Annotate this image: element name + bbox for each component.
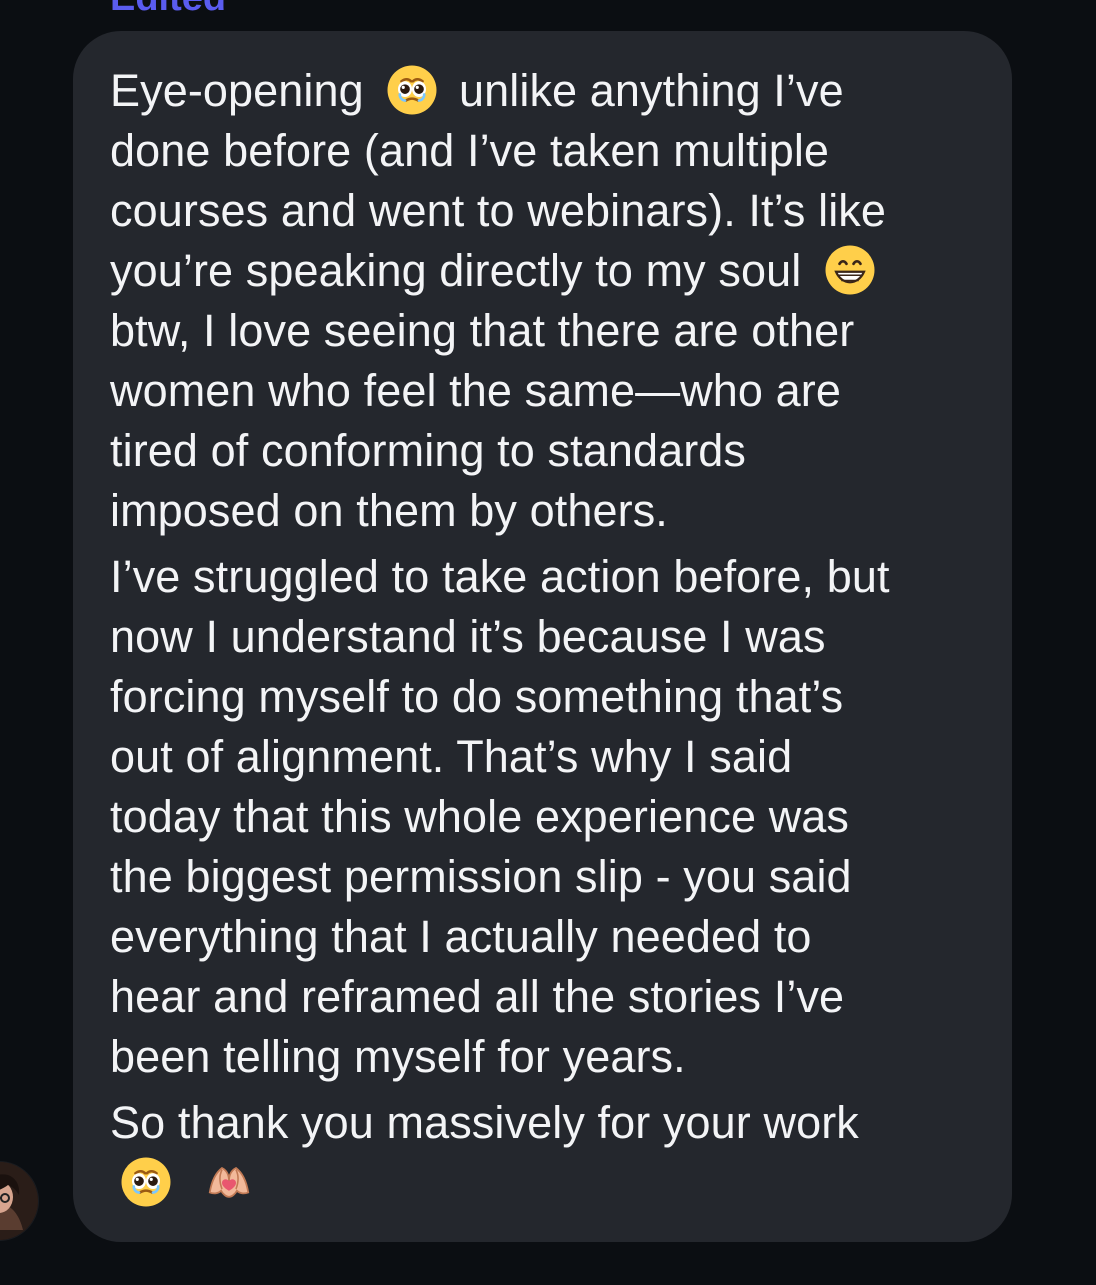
message-line-6: women who feel the same—who are bbox=[110, 365, 841, 416]
edited-label: Edited bbox=[110, 0, 226, 18]
pleading-face-icon bbox=[384, 62, 440, 118]
message-bubble[interactable]: Eye-opening unlike anything I’ve done be… bbox=[73, 31, 1012, 1242]
avatar[interactable] bbox=[0, 1162, 38, 1240]
message-line-18: So thank you massively for your work bbox=[110, 1097, 859, 1148]
emoji-gap bbox=[180, 1157, 193, 1208]
message-line-15: everything that I actually needed to bbox=[110, 911, 812, 962]
message-line-13: today that this whole experience was bbox=[110, 791, 850, 842]
heart-hands-icon bbox=[201, 1154, 257, 1210]
message-line-10: now I understand it’s because I was bbox=[110, 611, 826, 662]
message-paragraph-2: I’ve struggled to take action before, bu… bbox=[110, 547, 992, 1087]
message-paragraph-1: Eye-opening unlike anything I’ve done be… bbox=[110, 61, 992, 541]
message-line-1-part-1: Eye-opening bbox=[110, 65, 377, 116]
message-line-11: forcing myself to do something that’s bbox=[110, 671, 844, 722]
message-line-1-part-3: unlike anything I’ve bbox=[446, 65, 844, 116]
message-line-14: the biggest permission slip - you said bbox=[110, 851, 852, 902]
message-line-3: courses and went to webinars). It’s like bbox=[110, 185, 887, 236]
grinning-face-icon bbox=[822, 242, 878, 298]
message-line-4-part-1: you’re speaking directly to my soul bbox=[110, 245, 814, 296]
message-line-2: done before (and I’ve taken multiple bbox=[110, 125, 830, 176]
message-line-17: been telling myself for years. bbox=[110, 1031, 686, 1082]
message-line-5: btw, I love seeing that there are other bbox=[110, 305, 855, 356]
pleading-face-icon bbox=[118, 1154, 174, 1210]
message-line-9: I’ve struggled to take action before, bu… bbox=[110, 551, 890, 602]
message-line-12: out of alignment. That’s why I said bbox=[110, 731, 793, 782]
message-paragraph-3: So thank you massively for your work bbox=[110, 1093, 992, 1213]
message-line-8: imposed on them by others. bbox=[110, 485, 668, 536]
message-line-16: hear and reframed all the stories I’ve bbox=[110, 971, 845, 1022]
message-line-7: tired of conforming to standards bbox=[110, 425, 747, 476]
